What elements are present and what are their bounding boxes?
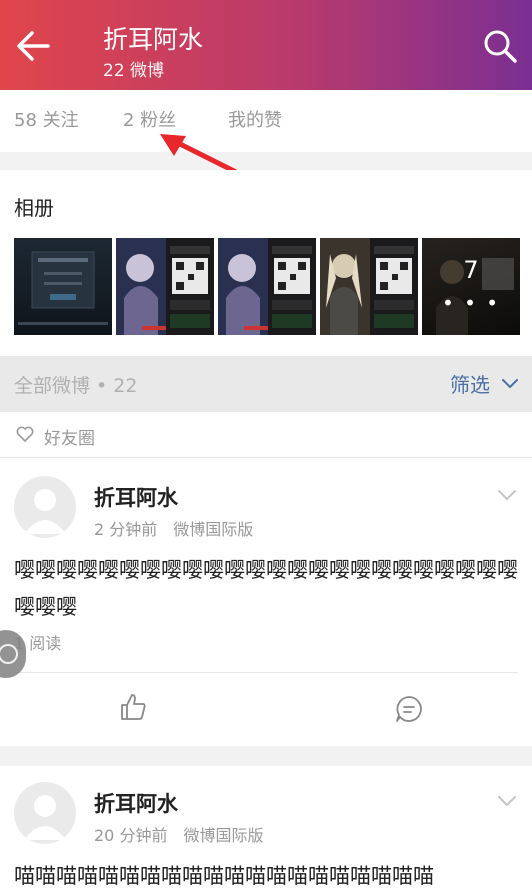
heart-icon — [16, 426, 34, 442]
friend-circle-label: 好友圈 — [44, 429, 95, 449]
post-author[interactable]: 折耳阿水 — [94, 788, 178, 818]
post-meta: 2 分钟前 微博国际版 — [94, 516, 253, 540]
friend-circle-row[interactable]: 好友圈 — [0, 412, 532, 458]
followers-count[interactable]: 2 粉丝 — [123, 106, 176, 132]
post-content: 喵喵喵喵喵喵喵喵喵喵喵喵喵喵喵喵喵喵喵喵 — [14, 864, 434, 888]
assist-icon — [0, 644, 18, 664]
post-menu-chevron-icon[interactable] — [498, 796, 516, 807]
my-likes[interactable]: 我的赞 — [228, 106, 282, 132]
album-photo-2[interactable] — [116, 238, 214, 335]
post-divider — [14, 672, 518, 673]
album-photo-1[interactable] — [14, 238, 112, 335]
weibo-post: 折耳阿水 2 分钟前 微博国际版 嘤嘤嘤嘤嘤嘤嘤嘤嘤嘤嘤嘤嘤嘤嘤嘤嘤嘤嘤嘤嘤嘤嘤嘤… — [0, 458, 532, 746]
back-arrow-icon — [17, 31, 50, 61]
back-button[interactable] — [14, 26, 54, 66]
post-time: 2 分钟前 — [94, 520, 158, 539]
post-time: 20 分钟前 — [94, 826, 168, 845]
avatar[interactable] — [14, 782, 76, 844]
like-icon[interactable] — [118, 692, 148, 722]
post-content: 嘤嘤嘤嘤嘤嘤嘤嘤嘤嘤嘤嘤嘤嘤嘤嘤嘤嘤嘤嘤嘤嘤嘤嘤嘤嘤嘤 — [14, 558, 518, 619]
weibo-count: 22 微博 — [103, 61, 165, 81]
post-menu-chevron-icon[interactable] — [498, 490, 516, 501]
album-photo-3[interactable] — [218, 238, 316, 335]
chevron-down-icon — [502, 378, 518, 388]
stats-bar: 58 关注 2 粉丝 我的赞 — [0, 90, 532, 152]
album-more-photos[interactable]: 7 • • • — [422, 238, 520, 335]
all-weibo-count: 全部微博 • 22 — [14, 375, 138, 397]
post-author[interactable]: 折耳阿水 — [94, 482, 178, 512]
album-more-count: 7 — [463, 256, 479, 284]
following-count[interactable]: 58 关注 — [14, 106, 79, 132]
search-button[interactable] — [482, 28, 518, 64]
filter-label: 筛选 — [450, 373, 490, 397]
filter-button[interactable]: 筛选 — [450, 369, 518, 398]
post-source: 微博国际版 — [173, 520, 254, 539]
profile-header: 折耳阿水 22 微博 — [0, 0, 532, 90]
profile-name: 折耳阿水 — [103, 25, 204, 54]
post-source: 微博国际版 — [183, 826, 264, 845]
floating-assist-button[interactable] — [0, 630, 26, 678]
post-meta: 20 分钟前 微博国际版 — [94, 822, 263, 846]
more-dots-icon: • • • — [441, 291, 501, 315]
album-title: 相册 — [14, 196, 54, 220]
comment-icon[interactable] — [394, 694, 424, 724]
weibo-post: 折耳阿水 20 分钟前 微博国际版 喵喵喵喵喵喵喵喵喵喵喵喵喵喵喵喵喵喵喵喵 — [0, 766, 532, 896]
weibo-filter-bar: 全部微博 • 22 筛选 — [0, 356, 532, 412]
album-photo-4[interactable] — [320, 238, 418, 335]
photo-album: 相册 7 • • • — [0, 170, 532, 356]
search-icon — [484, 30, 517, 63]
avatar[interactable] — [14, 476, 76, 538]
